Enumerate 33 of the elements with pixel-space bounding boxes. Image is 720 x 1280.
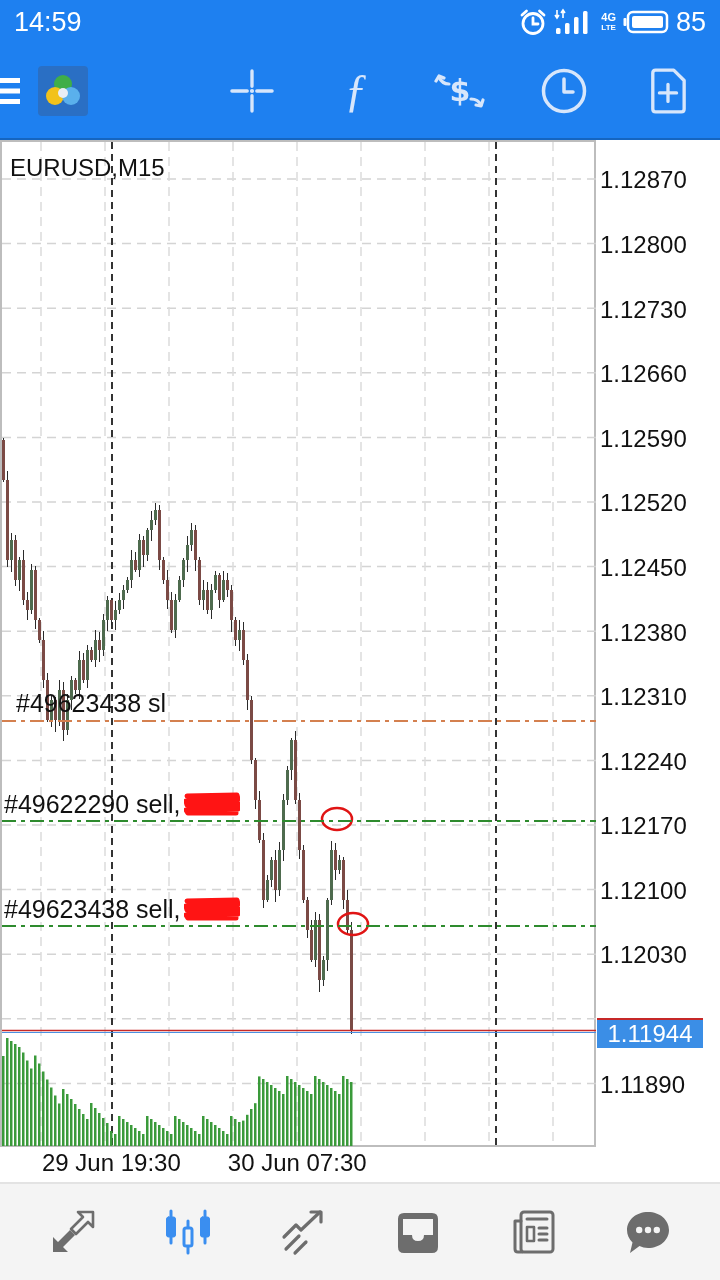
battery-percent: 85 [675, 7, 706, 37]
symbol-label: EURUSD,M15 [10, 154, 165, 182]
crosshair-icon [230, 69, 274, 113]
price-label: 1.12310 [600, 683, 687, 712]
price-label: 1.12170 [600, 812, 687, 841]
price-label: 1.12520 [600, 489, 687, 518]
alarm-clock-icon [519, 8, 548, 36]
trade-button[interactable]: $ [434, 65, 486, 117]
network-subtype: LTE [601, 24, 616, 32]
price-label: 1.12450 [600, 553, 687, 582]
app-logo [38, 66, 88, 116]
price-label: 1.12030 [600, 941, 687, 970]
price-label: 1.12590 [600, 424, 687, 453]
network-type: 4G [601, 12, 616, 23]
order-label: #49622290 sell, [4, 790, 181, 818]
price-label: 1.12730 [600, 295, 687, 324]
clock-time: 14:59 [14, 7, 82, 37]
price-label: 1.12800 [600, 230, 687, 259]
time-label: 29 Jun 19:30 [42, 1148, 181, 1178]
battery-icon [622, 10, 669, 34]
price-label: 1.12380 [600, 618, 687, 647]
current-price-tag: 1.11944 [597, 1018, 703, 1048]
clock-icon [541, 68, 587, 114]
price-label: 1.11890 [600, 1070, 685, 1099]
add-document-icon [649, 68, 687, 114]
time-label: 30 Jun 07:30 [227, 1148, 367, 1178]
order-label: #49623438 sell, [4, 895, 181, 923]
price-label: 1.12100 [600, 876, 687, 905]
price-label: 1.12240 [600, 747, 687, 776]
menu-icon[interactable] [0, 78, 22, 104]
price-label: 1.12870 [600, 166, 687, 195]
indicators-button[interactable]: ƒ [330, 65, 382, 117]
price-label: 1.12660 [600, 360, 687, 389]
